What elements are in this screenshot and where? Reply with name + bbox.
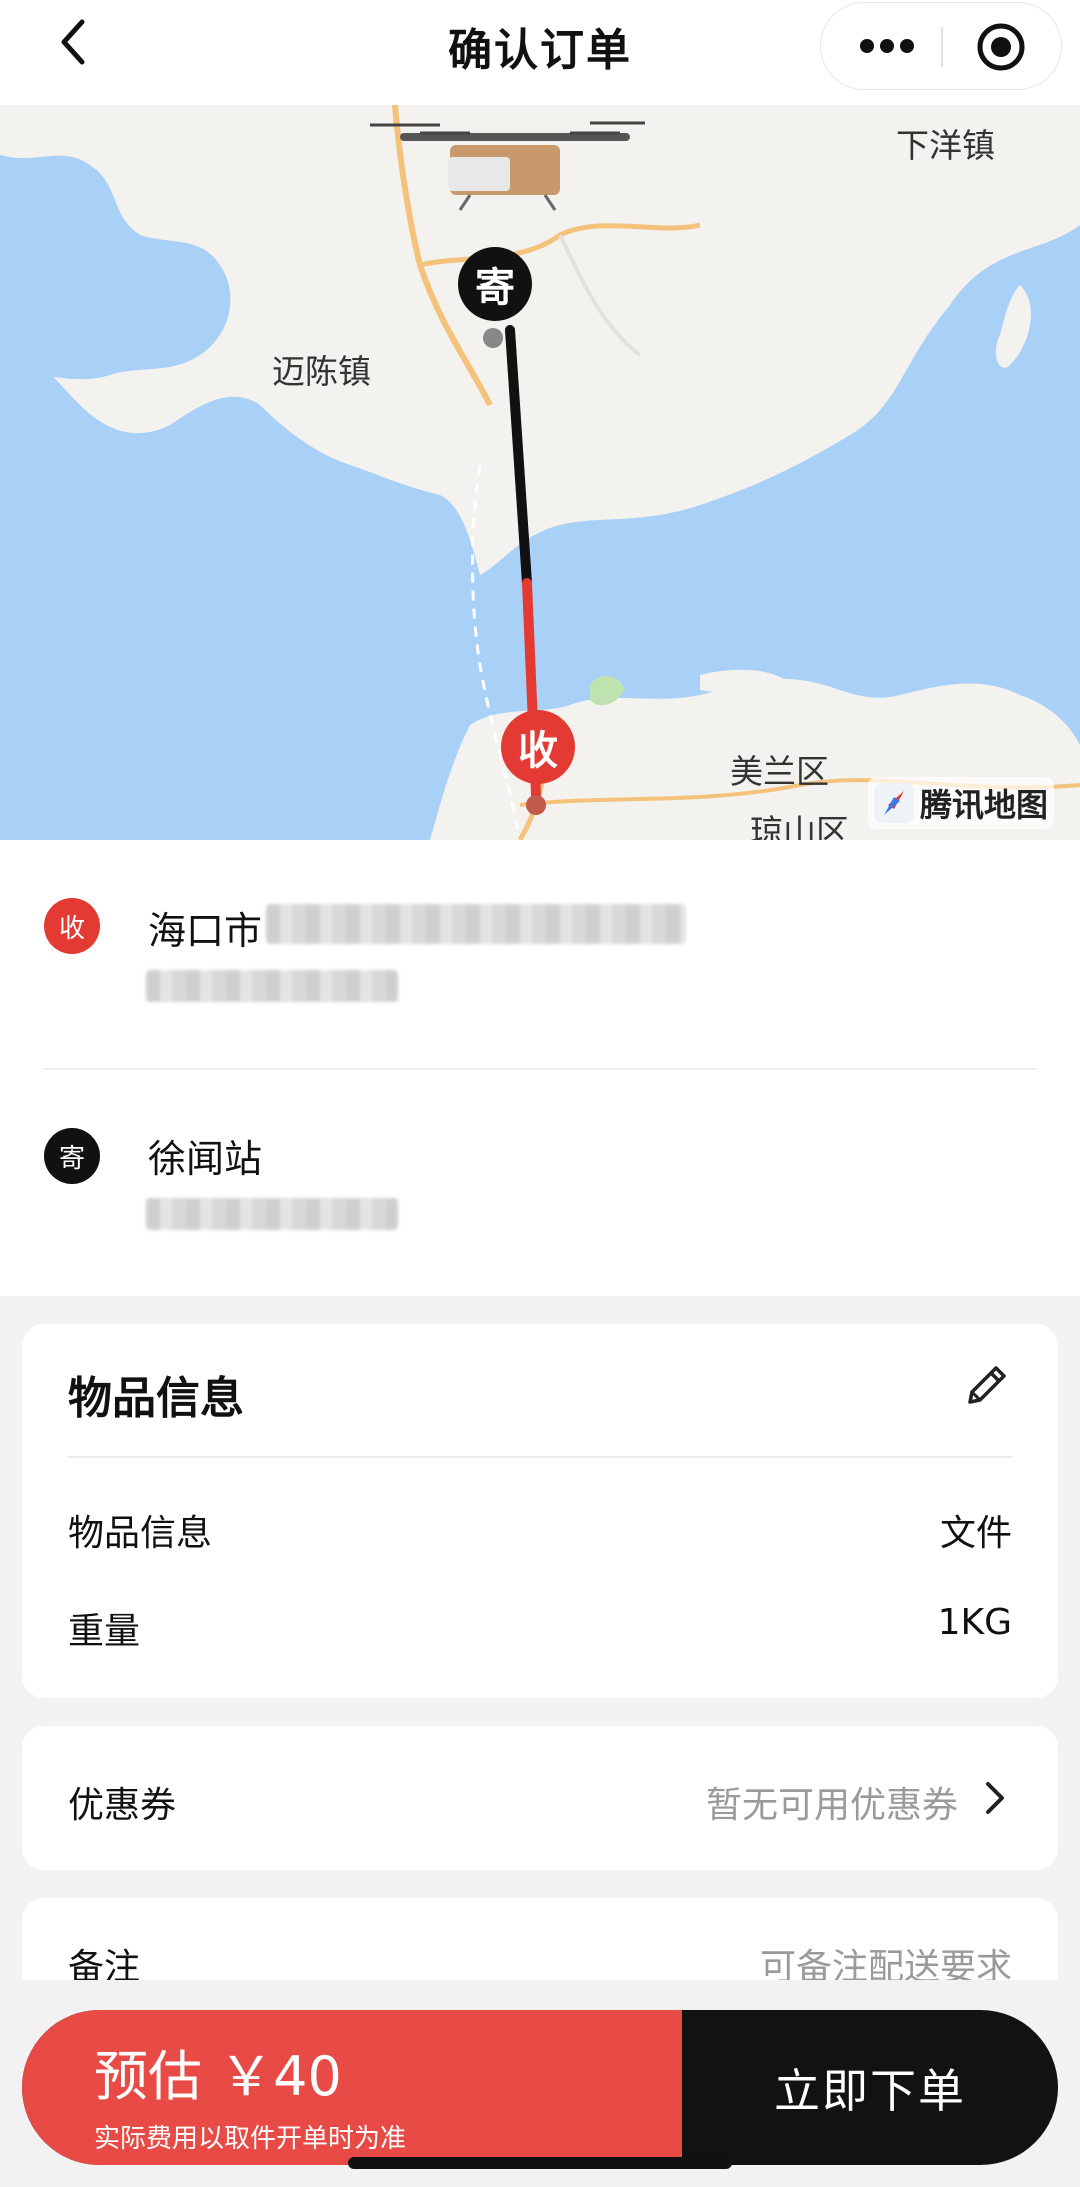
remark-label: 备注 (68, 1947, 141, 1980)
receiver-name: 海口市 (148, 909, 263, 953)
address-section: 收 海口市 寄 徐闻站 (0, 840, 1080, 1296)
receiver-pin[interactable]: 收 (501, 710, 575, 784)
sender-pin[interactable]: 寄 (458, 247, 532, 321)
compass-logo-icon (874, 783, 914, 823)
goods-type-label: 物品信息 (68, 1513, 213, 1554)
target-circle-icon[interactable] (975, 21, 1027, 73)
order-action-bar: 预估 ￥40 实际费用以取件开单时为准 立即下单 (22, 2010, 1058, 2165)
map-label-xiayang: 下洋镇 (896, 126, 995, 165)
redacted-phone (146, 970, 398, 1002)
price-note: 实际费用以取件开单时为准 (94, 2124, 407, 2154)
map-provider-name: 腾讯地图 (920, 786, 1049, 824)
tencent-map-logo: 腾讯地图 (868, 777, 1055, 829)
map-label-maichen: 迈陈镇 (272, 352, 371, 391)
goods-card-title: 物品信息 (68, 1373, 244, 1424)
weight-label: 重量 (68, 1611, 141, 1652)
route-map[interactable]: 下洋镇 迈陈镇 美兰区 琼山区 寄 收 腾讯地图 (0, 105, 1080, 840)
pencil-edit-icon[interactable] (962, 1360, 1012, 1410)
place-order-button[interactable]: 立即下单 (682, 2010, 1058, 2165)
card-divider (68, 1456, 1012, 1458)
remark-card[interactable]: 备注 可备注配送要求 (22, 1898, 1058, 1980)
map-label-qiongshan: 琼山区 (750, 812, 849, 840)
sender-address-row[interactable]: 寄 徐闻站 (0, 1070, 1080, 1230)
coupon-label: 优惠券 (68, 1785, 177, 1826)
redacted-address (266, 904, 686, 944)
home-indicator (348, 2157, 732, 2169)
coupon-value: 暂无可用优惠券 (705, 1785, 958, 1826)
sender-name: 徐闻站 (148, 1137, 263, 1181)
more-dots-icon[interactable] (857, 31, 917, 61)
top-nav-bar: 确认订单 (0, 0, 1080, 105)
goods-type-value: 文件 (939, 1513, 1012, 1554)
chevron-right-icon (986, 1782, 1004, 1814)
remark-input[interactable]: 可备注配送要求 (760, 1938, 1012, 1980)
receiver-badge: 收 (44, 898, 100, 954)
receiver-address-row[interactable]: 收 海口市 (0, 840, 1080, 1002)
mini-program-capsule (820, 2, 1062, 90)
estimated-price: 预估 ￥40 (94, 2045, 342, 2108)
price-estimate: 预估 ￥40 实际费用以取件开单时为准 (22, 2010, 682, 2165)
goods-info-card: 物品信息 物品信息 文件 重量 1KG (22, 1324, 1058, 1698)
redacted-phone (146, 1198, 398, 1230)
sender-badge: 寄 (44, 1128, 100, 1184)
map-label-meilan: 美兰区 (730, 752, 829, 791)
coupon-card[interactable]: 优惠券 暂无可用优惠券 (22, 1726, 1058, 1870)
capsule-divider (941, 27, 943, 67)
weight-value: 1KG (937, 1602, 1012, 1643)
